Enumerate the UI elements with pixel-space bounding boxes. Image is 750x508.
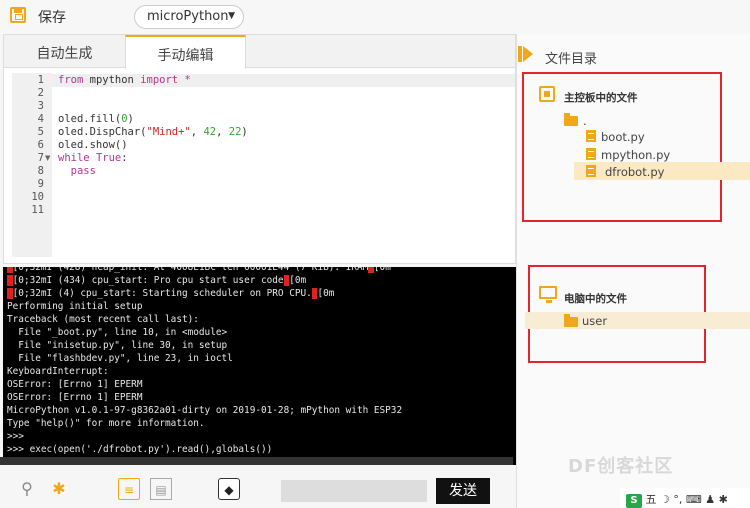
- editor-panel: 自动生成 手动编辑 1 2 3 4 5 6 7 ▼ 8 9 10 11 from…: [3, 34, 516, 264]
- code-line: while True:: [58, 152, 128, 164]
- collapse-panel-icon: [518, 46, 522, 62]
- code-line: from mpython import *: [58, 74, 191, 86]
- chevron-down-icon: ▼: [228, 11, 235, 21]
- ime-toolbar[interactable]: S 五 ☽ °, ⌨ ♟ ✱: [620, 488, 750, 508]
- settings-icon: ✱: [718, 493, 728, 506]
- board-files-title[interactable]: 主控板中的文件: [564, 90, 638, 105]
- ime-punct-icon: °,: [673, 493, 683, 506]
- language-select-value: microPython: [147, 9, 229, 24]
- line-number: 7: [37, 152, 44, 164]
- line-number: 5: [37, 126, 44, 138]
- line-number: 8: [37, 165, 44, 177]
- tab-manual-edit[interactable]: 手动编辑: [125, 35, 246, 69]
- file-item-boot[interactable]: boot.py: [601, 130, 645, 144]
- ime-moon-icon: ☽: [660, 493, 670, 506]
- terminal-line: OSError: [Errno 1] EPERM: [7, 392, 143, 403]
- terminal-line: >>>: [7, 431, 24, 442]
- chip-icon: [539, 86, 555, 102]
- document-icon[interactable]: ≡: [118, 478, 140, 500]
- terminal-line: Performing initial setup: [7, 301, 143, 312]
- line-number: 1: [37, 74, 44, 86]
- terminal-line: KeyboardInterrupt:: [7, 366, 109, 377]
- terminal-line: File "flashbdev.py", line 23, in ioctl: [7, 353, 233, 364]
- folder-icon: [564, 113, 578, 126]
- code-line: oled.show(): [58, 139, 128, 151]
- terminal-line: MicroPython v1.0.1-97-g8362a01-dirty on …: [7, 405, 403, 416]
- play-arrow-icon: [523, 46, 533, 62]
- send-input[interactable]: [281, 480, 427, 502]
- line-number: 3: [37, 100, 44, 112]
- ime-logo: S: [626, 494, 642, 508]
- line-number: 10: [31, 191, 44, 203]
- file-icon: [586, 165, 596, 177]
- bottom-toolbar: ⚲ ✱ ≡ ▤ ◆ 发送: [0, 468, 516, 508]
- code-line: oled.DispChar("Mind+", 42, 22): [58, 126, 248, 138]
- board-root-folder[interactable]: .: [583, 114, 587, 128]
- terminal-line: ▮[0;32mI (4) cpu_start: Starting schedul…: [7, 288, 335, 299]
- file-item-mpython[interactable]: mpython.py: [601, 148, 670, 162]
- terminal-line: >>> exec(open('./dfrobot.py').read(),glo…: [7, 444, 273, 455]
- file-icon: [586, 148, 596, 160]
- plug-icon[interactable]: ✱: [48, 478, 70, 500]
- file-directory-title: 文件目录: [545, 52, 598, 67]
- terminal-line: Type "help()" for more information.: [7, 418, 205, 429]
- top-toolbar: 保存 microPython ▼: [0, 0, 750, 34]
- terminal-line: ▮[0;32mI (434) cpu_start: Pro cpu start …: [7, 275, 307, 286]
- user-folder-row[interactable]: [525, 312, 750, 329]
- monitor-icon: [539, 286, 557, 303]
- watermark: DF创客社区: [568, 456, 674, 477]
- terminal-line: ▮[0;32mI (428) heap_init: At 4008E1BC le…: [7, 267, 391, 273]
- save-button[interactable]: 保存: [38, 7, 66, 27]
- eraser-icon[interactable]: ◆: [218, 478, 240, 500]
- line-number: 9: [37, 178, 44, 190]
- language-select[interactable]: microPython ▼: [134, 5, 244, 29]
- keyboard-icon: ⌨: [685, 493, 702, 506]
- folder-icon: [564, 314, 578, 327]
- clear-icon[interactable]: ▤: [150, 478, 172, 500]
- file-item-dfrobot[interactable]: dfrobot.py: [605, 165, 664, 179]
- code-line: oled.fill(0): [58, 113, 134, 125]
- folder-item-user[interactable]: user: [582, 314, 607, 328]
- line-number: 11: [31, 204, 44, 216]
- line-number: 4: [37, 113, 44, 125]
- code-line: pass: [70, 165, 96, 177]
- file-directory-header[interactable]: 文件目录: [517, 44, 750, 67]
- code-editor[interactable]: 1 2 3 4 5 6 7 ▼ 8 9 10 11 from mpython i…: [12, 73, 515, 257]
- pc-files-title[interactable]: 电脑中的文件: [564, 291, 627, 306]
- line-number: 6: [37, 139, 44, 151]
- file-icon: [586, 130, 596, 142]
- terminal-line: Traceback (most recent call last):: [7, 314, 199, 325]
- line-gutter: 1 2 3 4 5 6 7 ▼ 8 9 10 11: [12, 73, 52, 257]
- file-directory-panel: 文件目录 主控板中的文件 . boot.py mpython.py dfrobo…: [516, 34, 750, 508]
- terminal-scrollbar[interactable]: [0, 457, 513, 465]
- app-window: 保存 microPython ▼ 自动生成 手动编辑 1 2 3 4 5 6 7…: [0, 0, 750, 508]
- save-icon[interactable]: [10, 7, 26, 23]
- send-button[interactable]: 发送: [436, 478, 490, 504]
- terminal-line: File "_boot.py", line 10, in <module>: [7, 327, 228, 338]
- terminal-line: File "inisetup.py", line 30, in setup: [7, 340, 228, 351]
- serial-terminal[interactable]: ▮[0;32mI (428) heap_init: At 4008E1BC le…: [3, 267, 516, 465]
- ime-mode-label: 五: [645, 493, 657, 506]
- fold-arrow-icon[interactable]: ▼: [45, 154, 50, 162]
- usb-icon[interactable]: ⚲: [16, 478, 38, 500]
- terminal-line: OSError: [Errno 1] EPERM: [7, 379, 143, 390]
- line-number: 2: [37, 87, 44, 99]
- editor-tabs: 自动生成 手动编辑: [4, 35, 515, 69]
- person-icon: ♟: [705, 493, 716, 506]
- tab-auto-generate[interactable]: 自动生成: [4, 35, 125, 68]
